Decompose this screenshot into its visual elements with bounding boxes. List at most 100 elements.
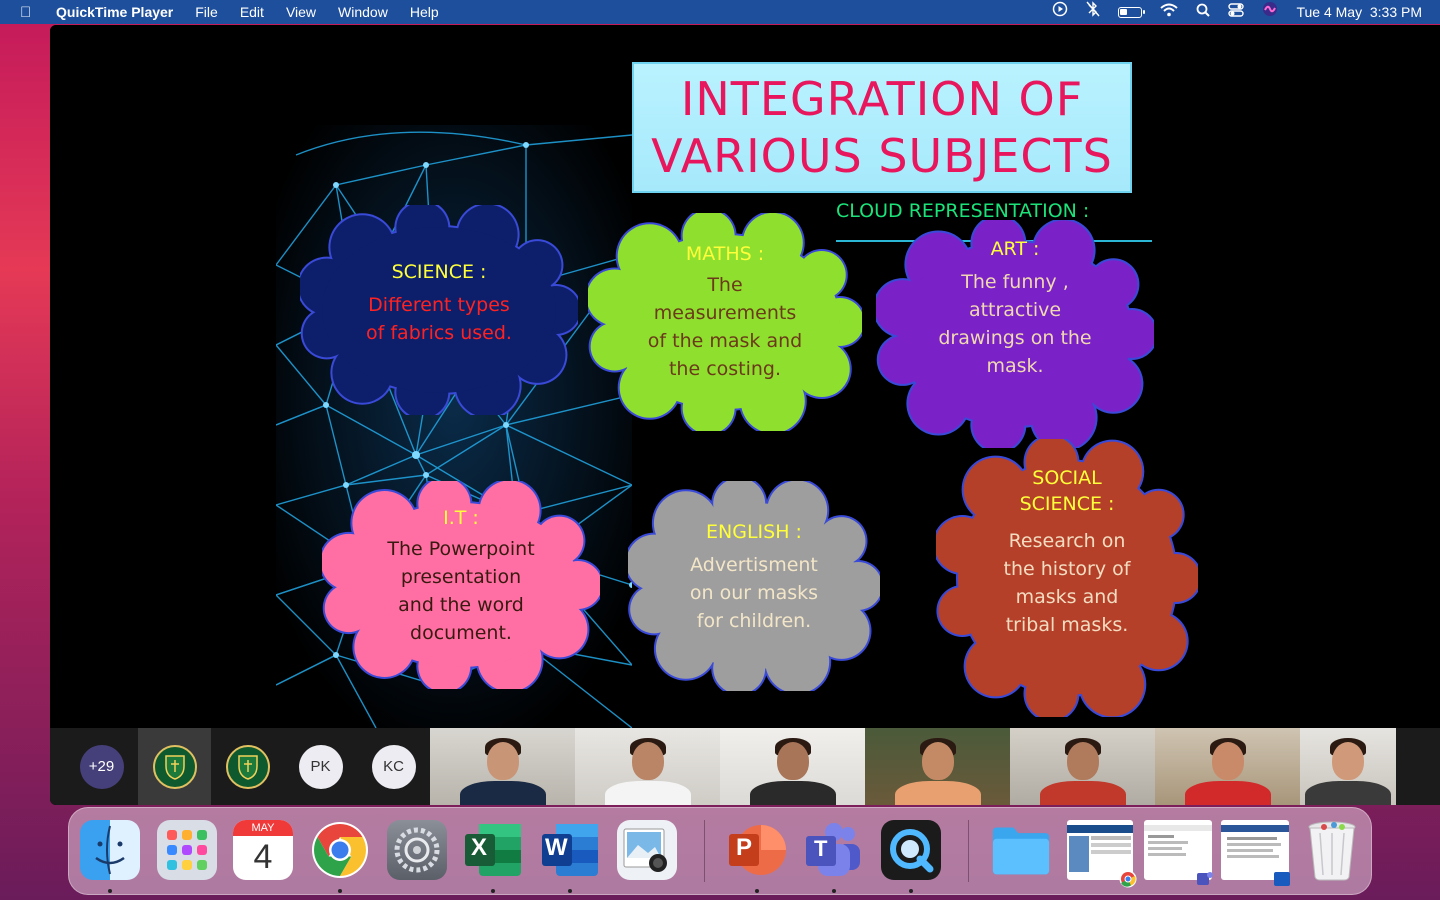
wifi-icon[interactable]	[1160, 0, 1179, 24]
participant-face	[1211, 742, 1244, 780]
menu-file[interactable]: File	[195, 4, 218, 20]
participant-video[interactable]	[575, 728, 720, 805]
cloud-body: The Powerpoint presentation and the word…	[322, 535, 600, 647]
bluetooth-off-icon[interactable]	[1086, 0, 1100, 24]
powerpoint-letter: P	[736, 834, 753, 861]
running-indicator	[568, 889, 572, 893]
excel-icon[interactable]: X	[463, 820, 523, 880]
menu-help[interactable]: Help	[410, 4, 439, 20]
slide-subtitle: CLOUD REPRESENTATION :	[836, 200, 1090, 222]
downloads-folder-icon[interactable]	[991, 820, 1051, 880]
participant-tile-logo-1[interactable]	[138, 728, 211, 805]
preview-icon[interactable]	[617, 820, 677, 880]
play-icon[interactable]	[1052, 0, 1068, 24]
participant-video[interactable]	[720, 728, 865, 805]
cloud-maths: MATHS : The measurements of the mask and…	[588, 213, 862, 431]
teams-icon[interactable]: T	[804, 820, 864, 880]
participants-strip: +29 PK KC	[50, 728, 1440, 805]
battery-icon[interactable]	[1118, 6, 1146, 18]
more-participants[interactable]: +29	[65, 728, 138, 805]
dock-separator	[968, 820, 969, 882]
participant-body	[749, 781, 836, 805]
trash-icon[interactable]	[1302, 820, 1362, 881]
siri-icon[interactable]	[1262, 0, 1278, 24]
chrome-badge-icon	[1119, 870, 1137, 888]
cloud-body-line: presentation	[400, 566, 522, 588]
cloud-body: The funny , attractive drawings on the m…	[876, 268, 1154, 380]
cloud-body-line: the costing.	[668, 358, 782, 380]
cloud-body-line: The funny ,	[961, 271, 1069, 293]
powerpoint-icon[interactable]: P	[727, 820, 787, 880]
cloud-heading: SOCIAL	[1032, 467, 1102, 489]
cloud-body-line: of fabrics used.	[366, 322, 512, 344]
running-indicator	[909, 889, 913, 893]
participant-video[interactable]	[865, 728, 1010, 805]
participant-face	[486, 742, 519, 780]
cloud-body: Different types of fabrics used.	[300, 291, 578, 347]
quicktime-icon[interactable]	[881, 820, 941, 880]
menu-view[interactable]: View	[286, 4, 316, 20]
chrome-window-thumbnail[interactable]	[1067, 820, 1137, 888]
participant-tile-pk[interactable]: PK	[284, 728, 357, 805]
quicktime-window[interactable]: INTEGRATION OF VARIOUS SUBJECTS CLOUD RE…	[50, 25, 1440, 805]
cloud-body-line: Different types	[368, 294, 510, 316]
control-center-icon[interactable]	[1228, 0, 1245, 24]
cloud-body-line: The Powerpoint	[387, 538, 535, 560]
calendar-month: MAY	[233, 820, 293, 836]
cloud-body-line: Advertisment	[690, 554, 818, 576]
cloud-body-line: of the mask and	[647, 330, 803, 352]
slide-title-line-1: INTEGRATION OF	[680, 71, 1084, 126]
cloud-body-line: Research on	[1008, 530, 1126, 552]
participant-face	[631, 742, 664, 780]
cloud-heading: MATHS :	[685, 243, 765, 265]
spotlight-search-icon[interactable]	[1196, 0, 1211, 24]
teams-letter: T	[814, 836, 828, 861]
participant-face	[1066, 742, 1099, 780]
participant-video[interactable]	[430, 728, 575, 805]
participant-video[interactable]	[1300, 728, 1396, 805]
apple-menu-icon[interactable]: 	[20, 4, 36, 21]
cloud-social-science: SOCIAL SCIENCE : Research on the history…	[936, 439, 1198, 717]
cloud-art: ART : The funny , attractive drawings on…	[876, 220, 1154, 448]
participant-tile-kc[interactable]: KC	[357, 728, 430, 805]
menubar-clock[interactable]: Tue 4 May 3:33 PM	[1296, 4, 1422, 20]
cloud-body: The measurements of the mask and the cos…	[588, 271, 862, 383]
launchpad-icon[interactable]	[157, 820, 217, 880]
participant-tile-logo-2[interactable]	[211, 728, 284, 805]
cloud-body-line: on our masks	[689, 582, 819, 604]
participant-video[interactable]	[1010, 728, 1155, 805]
participant-initials: KC	[371, 744, 416, 789]
excel-letter: X	[471, 834, 488, 861]
app-menu[interactable]: QuickTime Player	[56, 4, 173, 20]
cloud-science: SCIENCE : Different types of fabrics use…	[300, 205, 578, 415]
chrome-icon[interactable]	[310, 820, 370, 880]
menu-bar:  QuickTime Player File Edit View Window…	[0, 0, 1440, 24]
cloud-body-line: and the word	[398, 594, 524, 616]
menu-edit[interactable]: Edit	[240, 4, 264, 20]
cloud-body-line: drawings on the	[938, 327, 1092, 349]
cloud-body-line: the history of	[1003, 558, 1131, 580]
finder-icon[interactable]	[80, 820, 140, 880]
more-participants-badge[interactable]: +29	[79, 744, 124, 789]
cloud-heading: SCIENCE :	[391, 261, 487, 283]
cloud-body-line: The	[707, 274, 743, 296]
running-indicator	[108, 889, 112, 893]
participant-face	[776, 742, 809, 780]
cloud-body-line: masks and	[1015, 586, 1119, 608]
menu-window[interactable]: Window	[338, 4, 388, 20]
cloud-english: ENGLISH : Advertisment on our masks for …	[628, 481, 880, 691]
participant-video[interactable]	[1155, 728, 1300, 805]
running-indicator	[491, 889, 495, 893]
school-logo-icon	[225, 744, 270, 789]
presentation-slide: INTEGRATION OF VARIOUS SUBJECTS CLOUD RE…	[50, 25, 1440, 728]
participant-body	[1184, 781, 1271, 805]
calendar-icon[interactable]: MAY 4	[233, 820, 293, 880]
teams-window-thumbnail[interactable]	[1144, 820, 1213, 885]
word-window-thumbnail[interactable]	[1221, 820, 1290, 886]
cloud-body: Advertisment on our masks for children.	[628, 551, 880, 635]
dock-separator	[704, 820, 705, 882]
word-letter: W	[545, 834, 568, 861]
participant-body	[894, 781, 981, 805]
word-icon[interactable]: W	[540, 820, 600, 880]
system-preferences-icon[interactable]	[387, 820, 447, 880]
